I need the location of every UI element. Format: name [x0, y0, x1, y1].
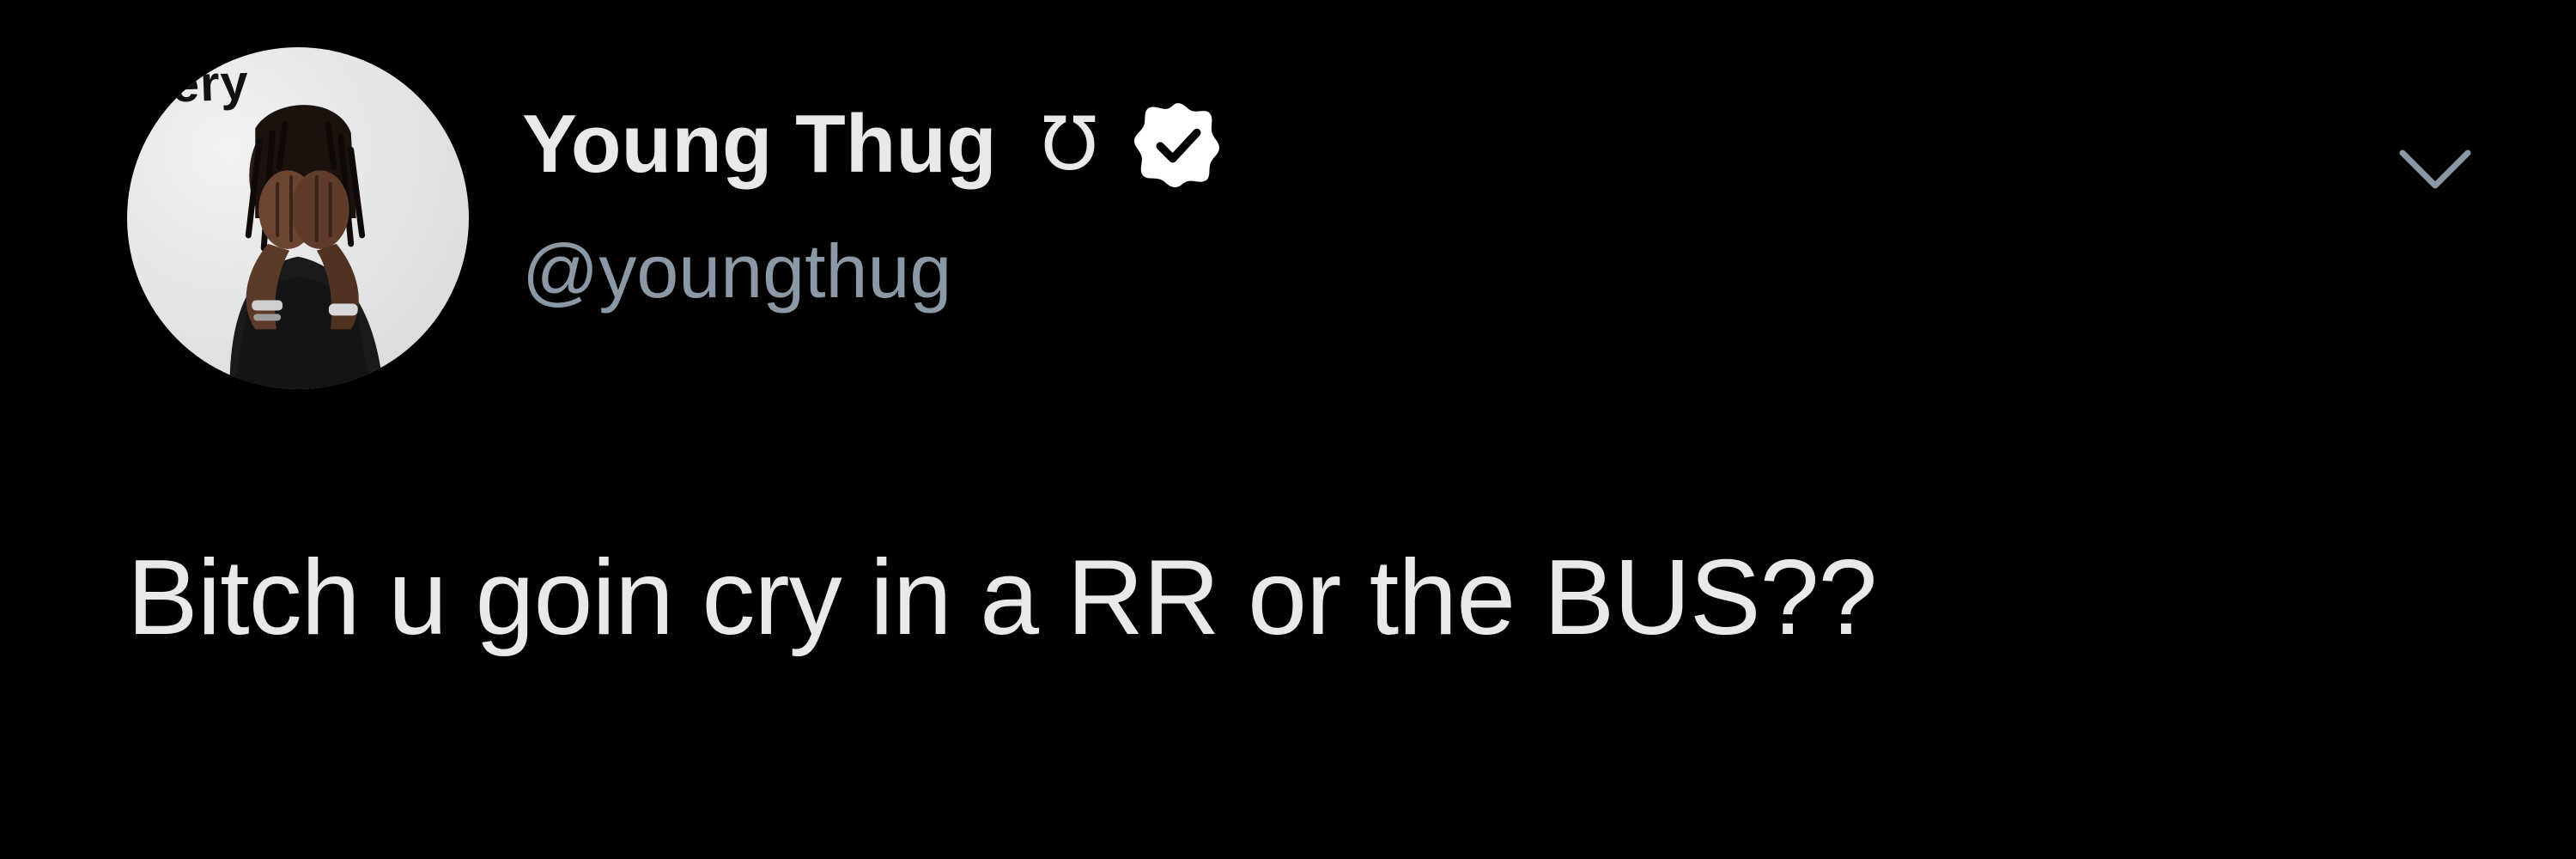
display-name[interactable]: Young Thug: [522, 103, 997, 186]
author-name-row: Young Thug Ʊ: [522, 96, 1223, 192]
tweet-text: Bitch u goin cry in a RR or the BUS??: [127, 539, 1878, 657]
tweet-card: iffery Young Thug Ʊ @youngthug Bitch u g…: [0, 0, 2576, 859]
verified-badge-icon: [1133, 100, 1223, 189]
avatar[interactable]: iffery: [127, 47, 469, 389]
avatar-photo: [229, 105, 384, 389]
chevron-down-icon[interactable]: [2396, 144, 2475, 196]
name-symbol: Ʊ: [1041, 101, 1098, 187]
author-handle[interactable]: @youngthug: [522, 234, 951, 309]
